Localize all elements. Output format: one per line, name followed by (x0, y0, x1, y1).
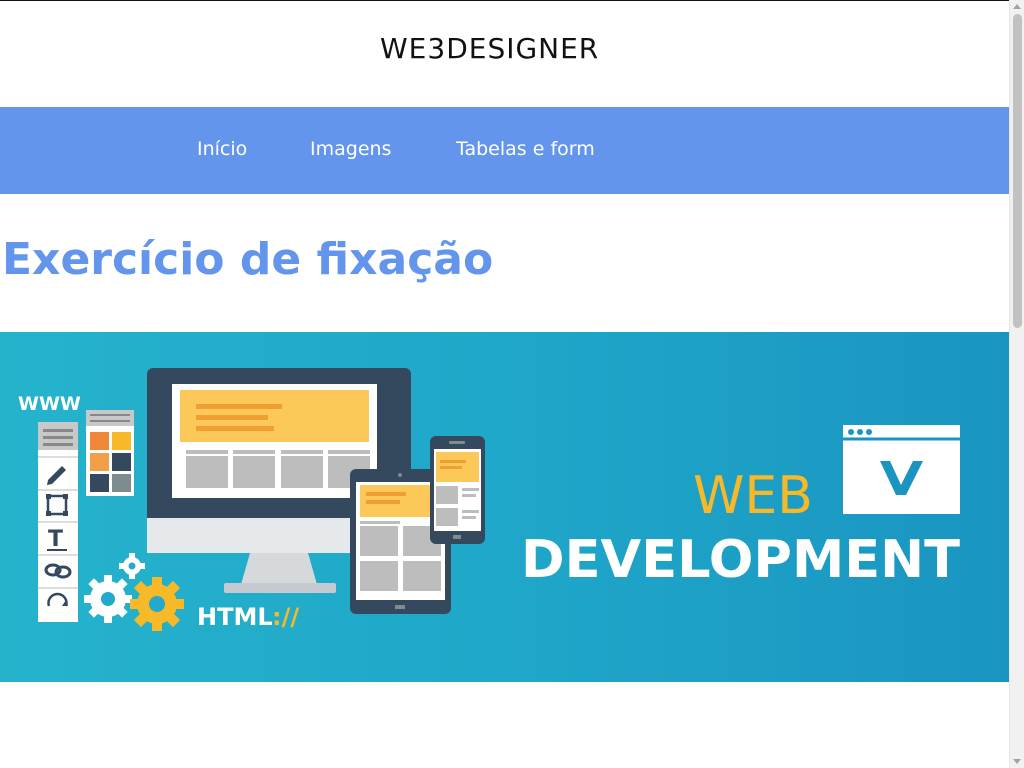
site-logo[interactable]: WE3DESIGNER (0, 33, 1009, 71)
html-label: HTML (197, 603, 273, 631)
color-swatches-icon (86, 410, 134, 496)
development-heading: DEVELOPMENT (521, 530, 961, 590)
www-label: WWW (18, 393, 81, 415)
toolbox-panel-icon: T (38, 422, 78, 622)
hero-banner: WWW T HTML:// WEB DEVELOPMENT (0, 332, 1009, 682)
web-development-illustration: WWW T HTML:// WEB DEVELOPMENT (18, 368, 961, 631)
phone-icon (430, 436, 485, 544)
scrollbar-thumb[interactable] (1013, 14, 1022, 328)
logo-wordmark: WE3DESIGNER (380, 33, 599, 63)
logo-text: WE3DESIGNER (380, 33, 599, 63)
vertical-scrollbar[interactable] (1009, 0, 1024, 768)
svg-text:T: T (48, 527, 63, 552)
small-gear-icon (119, 553, 145, 579)
browser-check-icon (843, 425, 960, 514)
site-header: WE3DESIGNER (0, 1, 1009, 107)
nav-item-tabelas[interactable]: Tabelas e form (456, 138, 595, 160)
scroll-up-arrow-icon[interactable] (1013, 4, 1021, 9)
yellow-gear-icon (130, 577, 184, 631)
html-slashes: :// (272, 603, 299, 631)
page-title: Exercício de fixação (2, 234, 494, 285)
gear-icon (84, 575, 132, 623)
main-nav: Início Imagens Tabelas e form (0, 107, 1009, 194)
scroll-down-arrow-icon[interactable] (1013, 759, 1021, 764)
nav-item-inicio[interactable]: Início (197, 138, 247, 160)
nav-item-imagens[interactable]: Imagens (310, 138, 391, 160)
web-heading: WEB (693, 466, 813, 526)
